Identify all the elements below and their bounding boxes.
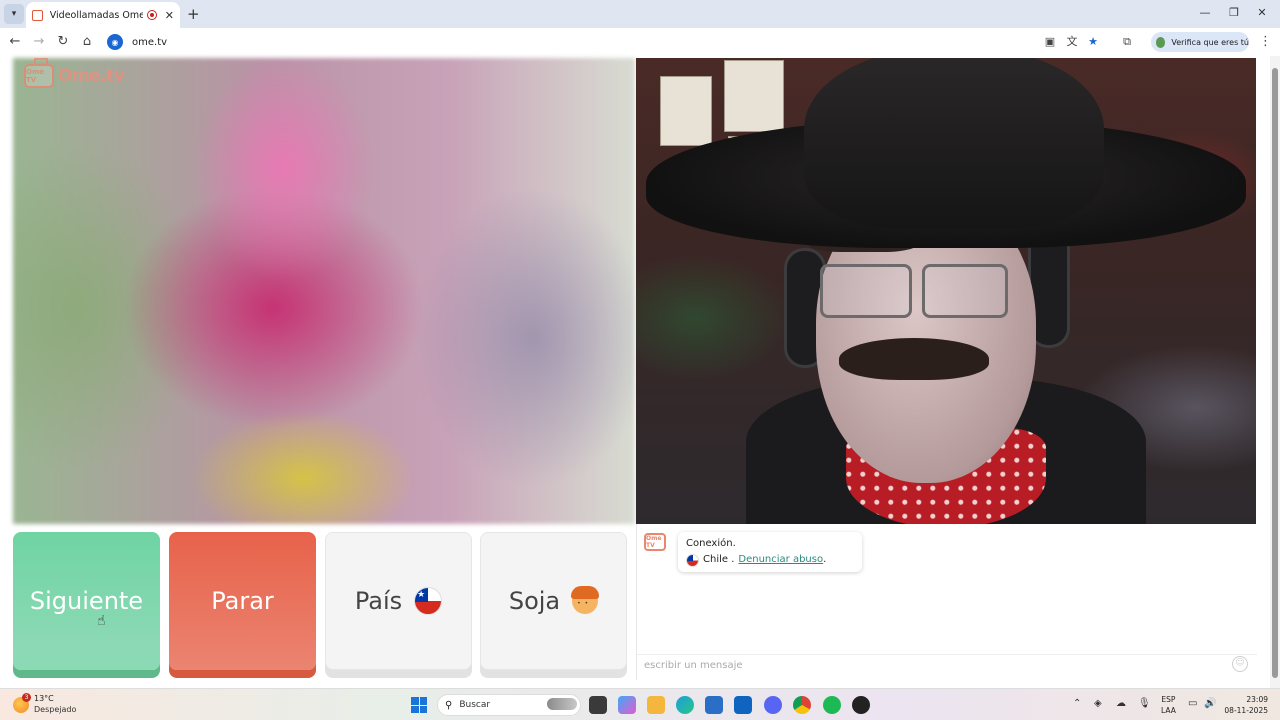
taskbar: 3 13°C Despejado ⚲ Buscar ⌃ ◈ ☁ 🎙 ESP LA… [0,688,1280,720]
chat-panel: Ome TV Conexión. Chile . Denunciar abuso… [636,524,1257,680]
verify-button[interactable]: Verifica que eres tú [1151,32,1249,52]
page-scrollbar[interactable] [1270,56,1280,688]
logo-tv-icon: Ome TV [24,64,54,88]
clock-time: 23:09 [1246,695,1268,704]
address-bar[interactable]: ◉ ome.tv [103,31,1043,53]
active-tab[interactable]: Videollamadas OmeTV — A ✕ [26,2,180,28]
country-button[interactable]: País [325,532,472,670]
close-tab-icon[interactable]: ✕ [165,9,174,22]
tab-strip: ▾ Videollamadas OmeTV — A ✕ + — ❐ ✕ [0,0,1280,28]
glasses-right [922,264,1008,318]
logo-text: Ome.tv [58,66,125,86]
microphone-icon[interactable]: 🎙 [1138,698,1151,709]
chile-flag-icon [414,587,443,615]
volume-icon[interactable]: 🔊 [1204,698,1216,709]
scrollbar-thumb[interactable] [1272,68,1278,678]
outlook-icon[interactable] [734,696,752,714]
chrome-icon[interactable] [793,696,811,714]
weather-badge: 3 [22,693,31,702]
lang-line2: LAA [1161,706,1176,715]
tab-favicon-icon [32,9,43,21]
next-button-label: Siguiente [29,587,144,615]
windows-start-icon[interactable] [411,697,427,713]
hand-cursor-icon: ☝ [97,613,106,629]
tray-app-icon[interactable]: ◈ [1094,698,1102,709]
new-tab-plus-icon[interactable]: + [187,5,200,23]
period-text: . [823,554,827,565]
lang-line1: ESP [1161,695,1176,704]
chile-flag-icon [686,553,699,567]
home-icon[interactable]: ⌂ [78,33,96,51]
file-explorer-icon[interactable] [647,696,665,714]
weather-condition[interactable]: Despejado [34,705,76,714]
close-window-icon[interactable]: ✕ [1252,6,1272,19]
glasses-left [820,264,912,318]
star-icon[interactable]: ★ [1086,35,1100,49]
tab-list-icon[interactable]: ▾ [4,4,24,24]
search-label: Buscar [459,700,491,710]
connection-text: Conexión. [686,538,736,549]
store-icon[interactable] [705,696,723,714]
tray-cloud-icon[interactable]: ☁ [1116,698,1126,709]
browser-toolbar: ← → ↻ ⌂ ◉ ome.tv ▣ 文 ★ ⧉ Verifica que er… [0,28,1280,56]
ometv-avatar-icon: Ome TV [644,533,666,551]
site-info-icon[interactable]: ◉ [107,34,123,50]
forward-icon[interactable]: → [30,33,48,51]
spotify-icon[interactable] [823,696,841,714]
self-video [636,58,1256,524]
url-text[interactable]: ome.tv [132,37,167,48]
translate-icon[interactable]: 文 [1065,35,1079,49]
copilot-icon[interactable] [618,696,636,714]
ometv-logo: Ome TV Ome.tv [24,64,125,88]
reload-icon[interactable]: ↻ [54,33,72,51]
emoji-icon[interactable]: ☺ [1232,656,1248,672]
country-button-label: País [354,587,403,615]
ometv-page: Ome TV Ome.tv Siguiente Parar País Soja … [0,56,1280,688]
next-button[interactable]: Siguiente [13,532,160,670]
verify-label: Verifica que eres tú [1171,37,1249,47]
gender-button[interactable]: Soja [480,532,627,670]
edge-icon[interactable] [676,696,694,714]
maximize-icon[interactable]: ❐ [1224,6,1244,19]
stop-button[interactable]: Parar [169,532,316,670]
clock-date: 08-11-2025 [1224,706,1268,715]
report-abuse-link[interactable]: Denunciar abuso [738,552,823,568]
boy-icon [571,586,600,614]
tray-overflow-icon[interactable]: ⌃ [1073,698,1081,709]
network-icon[interactable]: ▭ [1188,698,1197,709]
record-icon [147,10,157,20]
clock[interactable]: 23:09 08-11-2025 [1224,694,1268,716]
wall-poster [724,60,784,132]
search-icon: ⚲ [445,699,453,711]
gender-button-label: Soja [508,587,561,615]
obs-icon[interactable] [852,696,870,714]
tab-title: Videollamadas OmeTV — A [49,9,144,21]
partner-video [13,58,635,524]
language-indicator[interactable]: ESP LAA [1161,694,1176,716]
menu-icon[interactable]: ⋮ [1259,34,1272,49]
task-view-icon[interactable] [589,696,607,714]
mustache [839,338,989,380]
message-input[interactable]: escribir un mensaje [637,654,1257,678]
verify-icon [1156,36,1166,48]
cast-icon[interactable]: ▣ [1043,35,1057,49]
discord-icon[interactable] [764,696,782,714]
hat-crown [804,58,1104,228]
connection-message: Conexión. Chile . Denunciar abuso . [678,532,862,572]
minimize-icon[interactable]: — [1195,6,1215,19]
country-text: Chile . [703,554,735,565]
extensions-icon[interactable]: ⧉ [1120,35,1134,49]
back-icon[interactable]: ← [6,33,24,51]
stop-button-label: Parar [211,587,274,615]
wall-poster [660,76,712,146]
weather-temp[interactable]: 13°C [34,694,54,703]
search-highlight-icon [547,698,577,710]
